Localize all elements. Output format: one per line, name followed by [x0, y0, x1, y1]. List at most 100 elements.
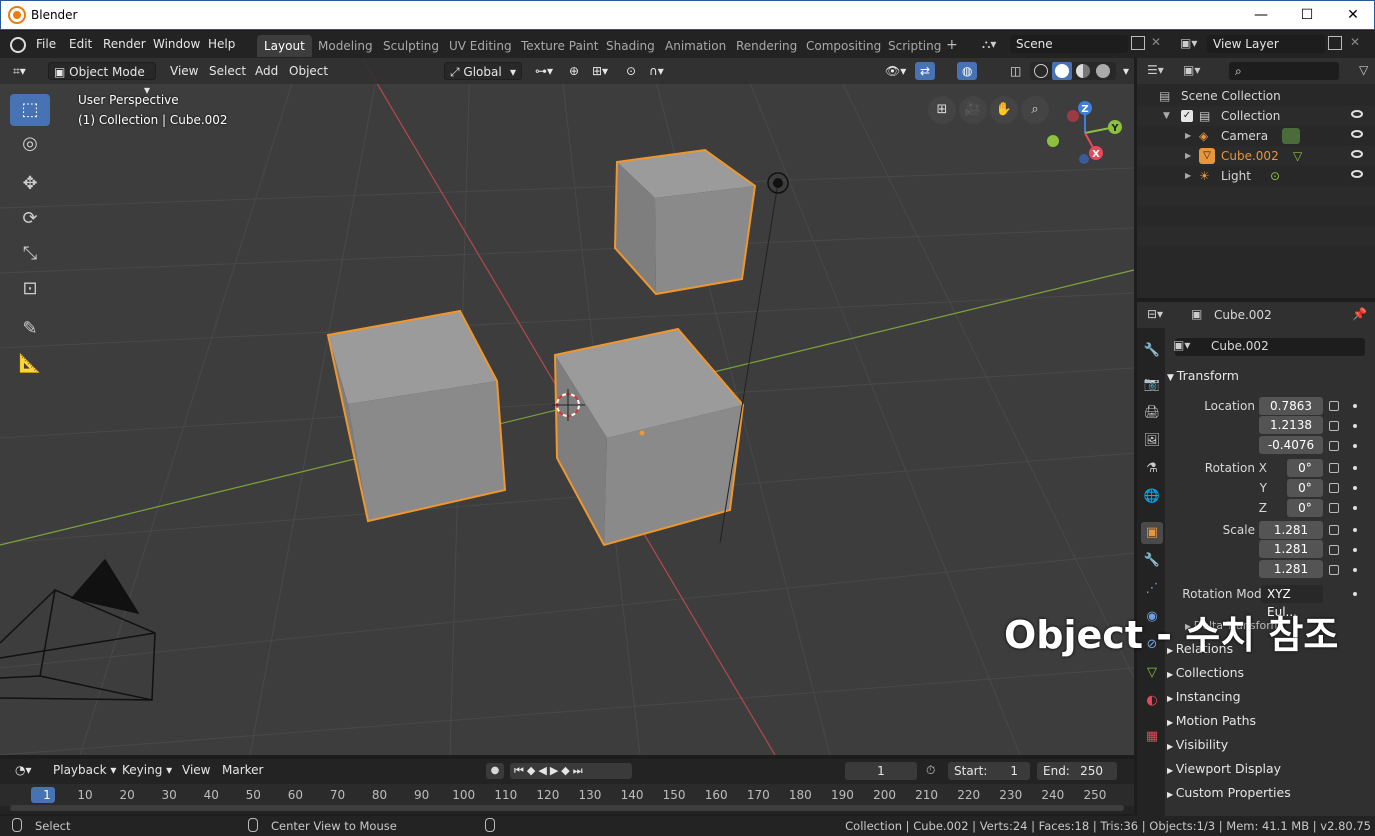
- visibility-icon[interactable]: 👁▾: [880, 62, 911, 80]
- data-tab-icon[interactable]: ▽: [1141, 662, 1163, 684]
- editor-type-icon[interactable]: ⌗▾: [8, 62, 31, 80]
- camera-view-icon[interactable]: 🎥: [959, 96, 987, 124]
- tool-tab-icon[interactable]: 🔧: [1141, 340, 1163, 362]
- menu-add[interactable]: Add: [250, 62, 283, 80]
- tab-shading[interactable]: Shading: [599, 35, 662, 57]
- location-y-field[interactable]: 1.2138: [1259, 416, 1323, 434]
- preview-range-icon[interactable]: ⏱: [926, 763, 935, 778]
- wireframe-shading-icon[interactable]: [1034, 64, 1048, 78]
- rotation-y-field[interactable]: 0°: [1287, 479, 1323, 497]
- lock-location-z-icon[interactable]: [1329, 441, 1339, 451]
- location-z-field[interactable]: -0.4076: [1259, 436, 1323, 454]
- delete-scene-icon[interactable]: ✕: [1151, 35, 1161, 49]
- motion-paths-panel[interactable]: ▶ Motion Paths: [1167, 710, 1375, 732]
- tree-row-collection[interactable]: ▼ ✓ ▤ Collection: [1137, 106, 1375, 126]
- current-frame-field[interactable]: 1: [845, 762, 917, 780]
- camera-data-icon[interactable]: [1282, 128, 1300, 144]
- menu-object[interactable]: Object: [284, 62, 333, 80]
- scale-tool-icon[interactable]: ⤡: [10, 238, 50, 270]
- location-x-field[interactable]: 0.7863: [1259, 397, 1323, 415]
- minimize-button[interactable]: —: [1238, 1, 1284, 30]
- keyframe-dot-icon[interactable]: [1353, 486, 1357, 490]
- start-frame-field[interactable]: Start: 1: [948, 762, 1030, 780]
- playback-controls[interactable]: ⏮◆◀▶◆⏭: [510, 763, 632, 779]
- new-view-layer-icon[interactable]: [1328, 36, 1342, 50]
- light-data-icon[interactable]: ⊙: [1270, 166, 1280, 186]
- overlay-toggle-icon[interactable]: ◍: [957, 62, 978, 80]
- expand-camera-icon[interactable]: ▶: [1185, 126, 1191, 146]
- keyframe-dot-icon[interactable]: [1353, 568, 1357, 572]
- tab-sculpting[interactable]: Sculpting: [376, 35, 446, 57]
- lock-rotation-y-icon[interactable]: [1329, 483, 1339, 493]
- viewport-scene[interactable]: [0, 58, 1134, 755]
- light-visibility-icon[interactable]: [1351, 170, 1363, 178]
- select-box-tool-icon[interactable]: ⬚: [10, 94, 50, 126]
- tab-compositing[interactable]: Compositing: [799, 35, 888, 57]
- timeline-editor-type-icon[interactable]: ◔▾: [10, 761, 37, 779]
- cube-selected[interactable]: [553, 327, 745, 547]
- keyframe-dot-icon[interactable]: [1353, 548, 1357, 552]
- expand-light-icon[interactable]: ▶: [1185, 166, 1191, 186]
- annotate-tool-icon[interactable]: ✎: [10, 313, 50, 345]
- lock-scale-y-icon[interactable]: [1329, 545, 1339, 555]
- menu-window[interactable]: Window: [153, 37, 200, 51]
- display-mode-icon[interactable]: ▣▾: [1183, 63, 1200, 77]
- custom-properties-panel[interactable]: ▶ Custom Properties: [1167, 782, 1375, 804]
- cube-visibility-icon[interactable]: [1351, 150, 1363, 158]
- lock-scale-z-icon[interactable]: [1329, 565, 1339, 575]
- proportional-edit-icon[interactable]: ⊙: [621, 62, 641, 80]
- pan-view-icon[interactable]: ✋: [990, 96, 1018, 124]
- scene-tab-icon[interactable]: ⚗: [1141, 458, 1163, 480]
- camera-object[interactable]: [0, 558, 156, 701]
- snap-target-icon[interactable]: ⊞▾: [587, 62, 613, 80]
- scale-y-field[interactable]: 1.281: [1259, 540, 1323, 558]
- keyframe-dot-icon[interactable]: [1353, 404, 1357, 408]
- keyframe-dot-icon[interactable]: [1353, 424, 1357, 428]
- pin-icon[interactable]: 📌: [1352, 307, 1367, 321]
- record-button[interactable]: ●: [486, 763, 504, 779]
- new-scene-icon[interactable]: [1131, 36, 1145, 50]
- view-layer-field[interactable]: View Layer: [1207, 35, 1325, 53]
- scale-z-field[interactable]: 1.281: [1259, 560, 1323, 578]
- solid-shading-button[interactable]: [1052, 62, 1072, 80]
- cube-left[interactable]: [326, 309, 507, 523]
- toggle-grid-view-icon[interactable]: ⊞: [928, 96, 956, 124]
- tab-animation[interactable]: Animation: [658, 35, 733, 57]
- keyframe-dot-icon[interactable]: [1353, 528, 1357, 532]
- move-tool-icon[interactable]: ✥: [10, 168, 50, 200]
- close-button[interactable]: ✕: [1330, 1, 1375, 30]
- view-layer-icon[interactable]: ▣▾: [1180, 36, 1197, 50]
- tab-texture-paint[interactable]: Texture Paint: [514, 35, 605, 57]
- object-tab-icon[interactable]: ▣: [1141, 522, 1163, 544]
- properties-editor-type-icon[interactable]: ⊟▾: [1147, 307, 1163, 321]
- delete-view-layer-icon[interactable]: ✕: [1350, 35, 1360, 49]
- material-shading-icon[interactable]: [1076, 64, 1090, 78]
- shading-options-icon[interactable]: ▾: [1118, 62, 1134, 80]
- tab-modeling[interactable]: Modeling: [311, 35, 380, 57]
- scene-name-field[interactable]: Scene: [1010, 35, 1128, 53]
- add-workspace-icon[interactable]: +: [946, 37, 958, 53]
- material-tab-icon[interactable]: ◐: [1141, 690, 1163, 712]
- viewport-display-panel[interactable]: ▶ Viewport Display: [1167, 758, 1375, 780]
- navigation-gizmo[interactable]: Z Y X: [1040, 96, 1126, 170]
- menu-select[interactable]: Select: [204, 62, 251, 80]
- lock-location-y-icon[interactable]: [1329, 421, 1339, 431]
- cursor-tool-icon[interactable]: ◎: [10, 128, 50, 160]
- collections-panel[interactable]: ▶ Collections: [1167, 662, 1375, 684]
- transform-tool-icon[interactable]: ⊡: [10, 273, 50, 305]
- expand-cube-icon[interactable]: ▶: [1185, 146, 1191, 166]
- tab-rendering[interactable]: Rendering: [729, 35, 804, 57]
- menu-render[interactable]: Render: [103, 37, 146, 51]
- gizmo-toggle-icon[interactable]: ⇄: [915, 62, 936, 80]
- keyframe-dot-icon[interactable]: [1353, 444, 1357, 448]
- menu-help[interactable]: Help: [208, 37, 235, 51]
- expand-collection-icon[interactable]: ▼: [1163, 106, 1170, 126]
- tab-layout[interactable]: Layout: [257, 35, 312, 57]
- tree-row-light[interactable]: ▶ ☀ Light ⊙: [1137, 166, 1375, 186]
- maximize-button[interactable]: ☐: [1284, 1, 1330, 30]
- keyframe-dot-icon[interactable]: [1353, 506, 1357, 510]
- transform-orientation-select[interactable]: ⤢ Global ▾: [444, 62, 522, 80]
- rendered-shading-icon[interactable]: [1096, 64, 1110, 78]
- lock-rotation-x-icon[interactable]: [1329, 463, 1339, 473]
- visibility-panel[interactable]: ▶ Visibility: [1167, 734, 1375, 756]
